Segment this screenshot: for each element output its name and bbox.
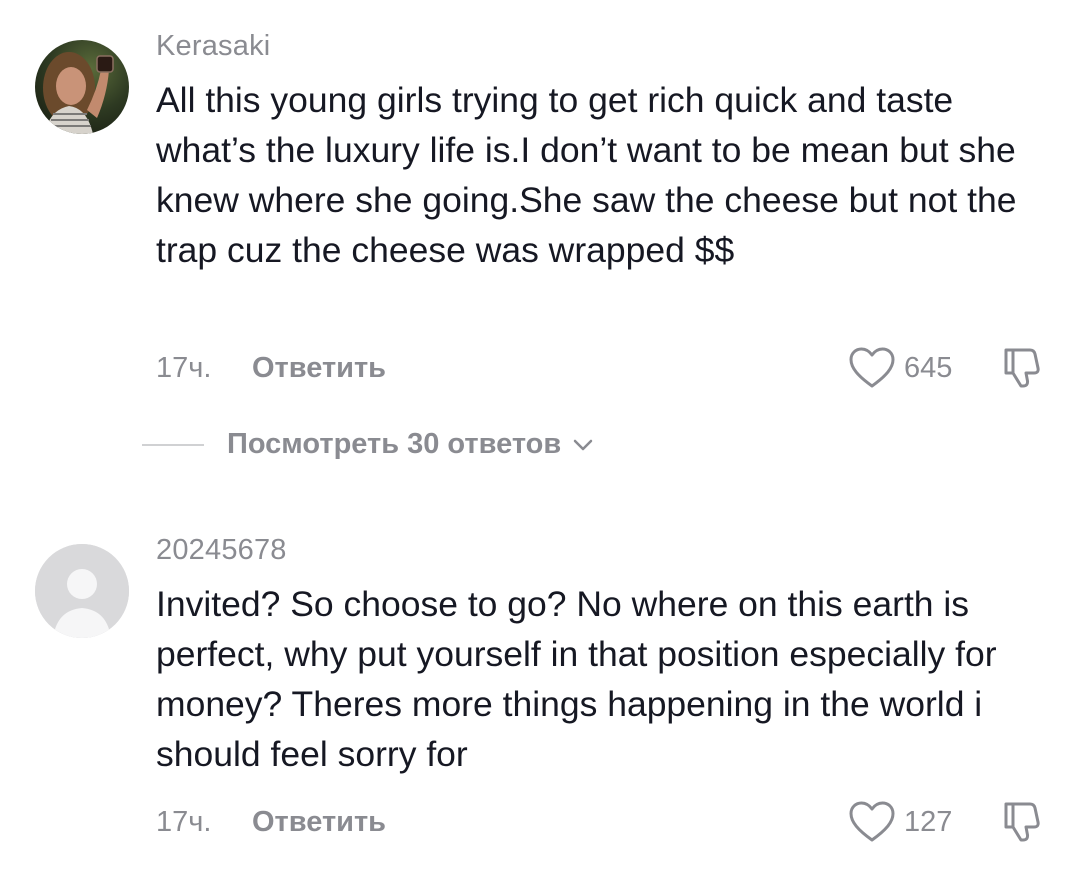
default-user-avatar-icon [35,544,129,638]
heart-icon[interactable] [848,800,896,844]
view-replies-label: Посмотреть 30 ответов [227,428,562,460]
replies-divider [142,444,204,446]
comment-username[interactable]: Kerasaki [156,30,270,63]
reply-button[interactable]: Ответить [252,806,386,839]
view-replies-button[interactable]: Посмотреть 30 ответов [227,428,595,461]
thumbs-down-icon[interactable] [1000,798,1046,844]
thumbs-down-icon[interactable] [1000,344,1046,390]
comment-thread: Kerasaki All this young girls trying to … [0,0,1080,871]
chevron-down-icon [573,439,593,450]
reply-button[interactable]: Ответить [252,352,386,385]
comment-timestamp: 17ч. [156,352,212,384]
avatar[interactable] [35,544,129,638]
comment-timestamp: 17ч. [156,806,212,838]
comment-text: All this young girls trying to get rich … [156,80,1017,270]
user-photo-avatar [35,40,129,134]
like-count: 645 [904,352,953,384]
comment-username[interactable]: 20245678 [156,534,287,567]
avatar[interactable] [35,40,129,134]
like-count: 127 [904,806,953,838]
heart-icon[interactable] [848,346,896,390]
comment-text: Invited? So choose to go? No where on th… [156,584,997,774]
